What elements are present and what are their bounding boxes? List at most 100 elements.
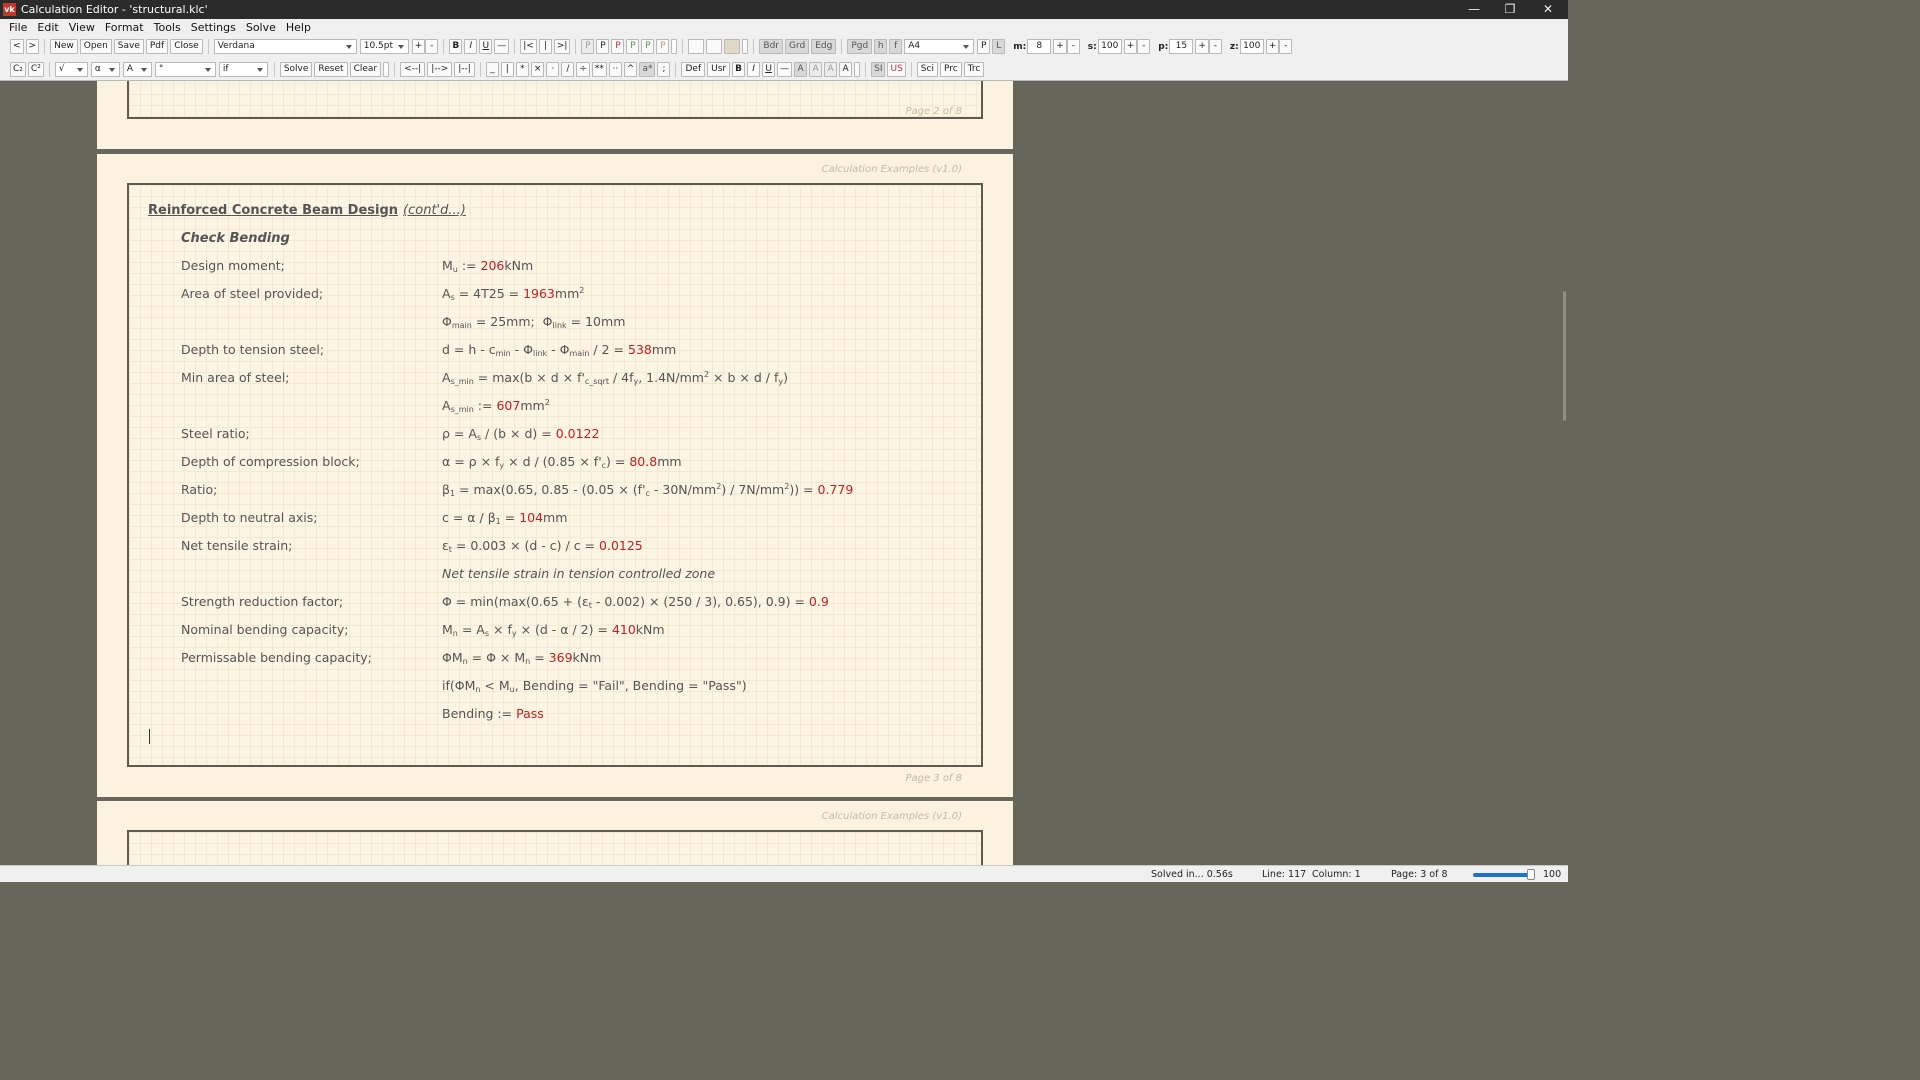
align-center-button[interactable]: |	[538, 39, 552, 54]
calc-row[interactable]: Nominal bending capacity; Mn = As × fy ×…	[129, 622, 981, 642]
clear-button[interactable]: Clear	[349, 61, 382, 77]
indent-left-button[interactable]: <--|	[400, 61, 426, 77]
align-left-button[interactable]: |<	[520, 39, 537, 54]
edge-toggle-button[interactable]: Edg	[811, 39, 837, 54]
symbol-select[interactable]: °	[154, 61, 216, 77]
open-button[interactable]: Open	[79, 39, 112, 54]
font-size-select[interactable]: 10.5pt	[359, 39, 409, 54]
precision-increase-button[interactable]: +	[1195, 39, 1209, 54]
operator-button[interactable]: _	[485, 61, 499, 77]
menu-solve[interactable]: Solve	[241, 21, 281, 34]
operator-button[interactable]: ;	[657, 61, 671, 77]
menu-format[interactable]: Format	[100, 21, 149, 34]
font-select[interactable]: Verdana	[213, 39, 357, 54]
paragraph-style-button[interactable]: P	[611, 39, 625, 54]
zoom-slider-thumb[interactable]	[1527, 869, 1535, 880]
calc-row[interactable]: Depth of compression block; α = ρ × fy ×…	[129, 454, 981, 474]
superscript-button[interactable]: C²	[27, 61, 44, 77]
grid-toggle-button[interactable]: Grd	[785, 39, 810, 54]
new-button[interactable]: New	[50, 39, 78, 54]
border-toggle-button[interactable]: Bdr	[759, 39, 784, 54]
page-border[interactable]: Reinforced Concrete Beam Design (cont'd..…	[127, 183, 983, 767]
text-color-button[interactable]: A	[794, 61, 808, 77]
scientific-button[interactable]: Sci	[916, 61, 938, 77]
operator-button[interactable]: |	[500, 61, 514, 77]
color-swatch-more[interactable]	[742, 39, 749, 54]
precision-input[interactable]: 15	[1169, 39, 1194, 54]
calc-row[interactable]: Bending := Pass	[129, 706, 981, 726]
operator-button[interactable]: ·	[546, 61, 560, 77]
precision-button[interactable]: Prc	[939, 61, 962, 77]
more-button[interactable]	[854, 61, 861, 77]
zoom-decrease-button[interactable]: -	[1279, 39, 1293, 54]
precision-decrease-button[interactable]: -	[1208, 39, 1222, 54]
calc-row[interactable]: Strength reduction factor; Φ = min(max(0…	[129, 594, 981, 614]
text-color-button[interactable]: A	[839, 61, 853, 77]
calc-row[interactable]: Φmain = 25mm; Φlink = 10mm	[129, 314, 981, 334]
operator-button[interactable]: *	[515, 61, 529, 77]
indent-none-button[interactable]: |--|	[454, 61, 475, 77]
header-toggle-button[interactable]: h	[874, 39, 888, 54]
operator-button[interactable]: ×	[530, 61, 545, 77]
scrollbar-thumb[interactable]	[1563, 291, 1566, 421]
page-3[interactable]: Calculation Examples (v1.0) Reinforced C…	[97, 154, 1013, 797]
calc-row[interactable]: Design moment; Mu := 206kNm	[129, 258, 981, 278]
italic-button[interactable]: I	[747, 61, 761, 77]
close-window-icon[interactable]: ✕	[1530, 0, 1566, 19]
operator-button[interactable]: **	[591, 61, 607, 77]
italic-button[interactable]: I	[464, 39, 478, 54]
color-swatch-cream[interactable]	[724, 39, 741, 54]
color-swatch-light[interactable]	[706, 39, 723, 54]
minimize-icon[interactable]: —	[1456, 0, 1492, 19]
operator-button[interactable]: ÷	[576, 61, 590, 77]
calc-row[interactable]: Net tensile strain; εt = 0.003 × (d - c)…	[129, 538, 981, 558]
define-button[interactable]: Def	[681, 61, 706, 77]
greek-select[interactable]: α	[90, 61, 120, 77]
menu-help[interactable]: Help	[281, 21, 316, 34]
bold-button[interactable]: B	[732, 61, 746, 77]
subscript-button[interactable]: C₂	[10, 61, 26, 77]
truncate-button[interactable]: Trc	[963, 61, 985, 77]
scale-input[interactable]: 100	[1097, 39, 1122, 54]
landscape-button[interactable]: L	[992, 39, 1006, 54]
indent-right-button[interactable]: |-->	[427, 61, 453, 77]
margin-increase-button[interactable]: +	[1053, 39, 1067, 54]
operator-button[interactable]: /	[561, 61, 575, 77]
menu-tools[interactable]: Tools	[149, 21, 186, 34]
maximize-icon[interactable]: ❐	[1492, 0, 1528, 19]
calc-row[interactable]: if(ΦMn < Mu, Bending = "Fail", Bending =…	[129, 678, 981, 698]
text-color-button[interactable]: A	[809, 61, 823, 77]
operator-button[interactable]: ··	[608, 61, 622, 77]
scale-decrease-button[interactable]: -	[1137, 39, 1151, 54]
vertical-scrollbar[interactable]	[1559, 81, 1568, 865]
color-swatch-white[interactable]	[688, 39, 705, 54]
paragraph-style-button[interactable]: P	[581, 39, 595, 54]
calc-row[interactable]: Permissable bending capacity; ΦMn = Φ × …	[129, 650, 981, 670]
calc-row[interactable]: Net tensile strain in tension controlled…	[129, 566, 981, 586]
calc-row[interactable]: Min area of steel; As_min = max(b × d × …	[129, 370, 981, 390]
zoom-input[interactable]: 100	[1239, 39, 1264, 54]
user-button[interactable]: Usr	[707, 61, 731, 77]
menu-file[interactable]: File	[4, 21, 32, 34]
paragraph-style-button[interactable]: P	[626, 39, 640, 54]
margin-input[interactable]: 8	[1027, 39, 1052, 54]
underline-button[interactable]: U	[762, 61, 776, 77]
menu-edit[interactable]: Edit	[32, 21, 63, 34]
underline-button[interactable]: U	[479, 39, 493, 54]
calc-row[interactable]: Steel ratio; ρ = As / (b × d) = 0.0122	[129, 426, 981, 446]
zoom-slider[interactable]	[1473, 873, 1533, 877]
save-button[interactable]: Save	[113, 39, 144, 54]
forward-button[interactable]: >	[25, 39, 40, 54]
paragraph-style-button[interactable]: P	[641, 39, 655, 54]
close-button[interactable]: Close	[170, 39, 203, 54]
paper-size-select[interactable]: A4	[904, 39, 975, 54]
paragraph-style-button[interactable]	[671, 39, 678, 54]
calc-row[interactable]: As_min := 607mm2	[129, 398, 981, 418]
strikethrough-button[interactable]: —	[494, 39, 510, 54]
sqrt-select[interactable]: √	[54, 61, 88, 77]
paragraph-style-button[interactable]: P	[656, 39, 670, 54]
paragraph-style-button[interactable]: P	[596, 39, 610, 54]
scale-increase-button[interactable]: +	[1123, 39, 1138, 54]
solve-button[interactable]: Solve	[279, 61, 313, 77]
document-viewport[interactable]: Page 2 of 8 Calculation Examples (v1.0) …	[0, 81, 1568, 865]
